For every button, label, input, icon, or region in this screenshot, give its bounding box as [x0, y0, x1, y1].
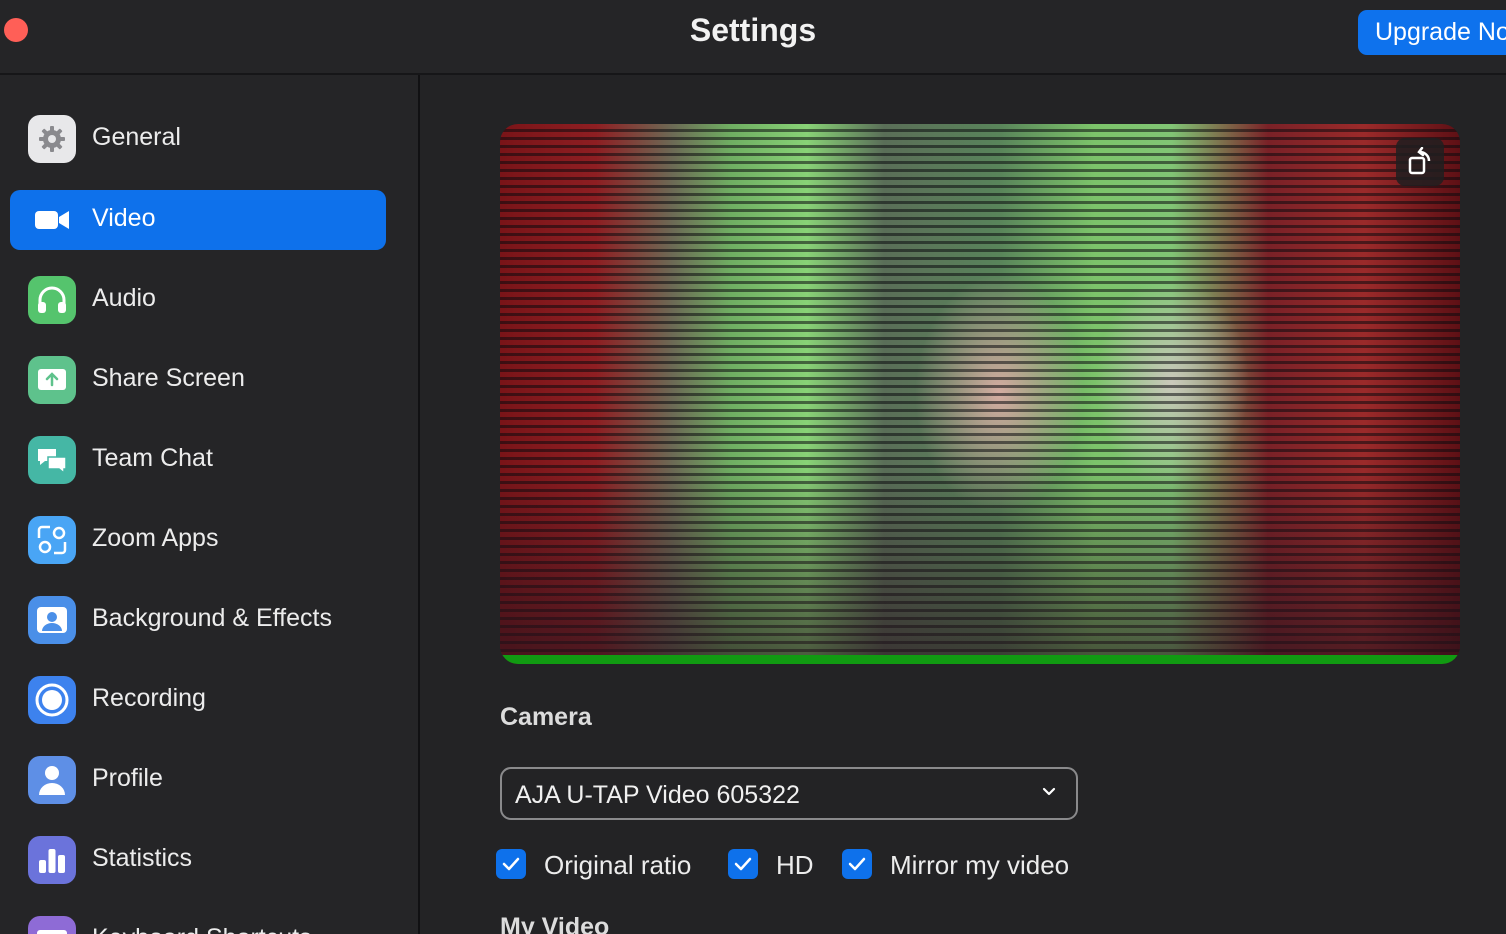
sidebar-item-label: Statistics	[92, 844, 193, 872]
upgrade-now-button[interactable]: Upgrade Now	[1358, 10, 1506, 55]
sidebar-item-background-effects[interactable]: Background & Effects	[10, 590, 386, 650]
sidebar-item-label: Audio	[92, 284, 156, 312]
camera-select-value: AJA U-TAP Video 605322	[515, 781, 800, 809]
mirror-video-option[interactable]: Mirror my video	[842, 847, 1082, 881]
sidebar-item-label: Profile	[92, 764, 163, 792]
profile-person-icon	[28, 756, 76, 804]
sidebar-item-statistics[interactable]: Statistics	[10, 830, 386, 890]
preview-shade	[500, 464, 1460, 664]
hd-option[interactable]: HD	[728, 847, 818, 881]
window-title: Settings	[689, 12, 817, 48]
sidebar-item-label: Zoom Apps	[92, 524, 219, 552]
original-ratio-option[interactable]: Original ratio	[496, 847, 706, 881]
sidebar-item-team-chat[interactable]: Team Chat	[10, 430, 386, 490]
gear-icon	[28, 115, 76, 163]
my-video-heading: My Video	[500, 913, 610, 934]
original-ratio-label: Original ratio	[544, 850, 692, 880]
sidebar-item-share-screen[interactable]: Share Screen	[10, 350, 386, 410]
sidebar-item-general[interactable]: General	[10, 109, 386, 169]
hd-label: HD	[776, 850, 814, 880]
bar-stats-icon	[28, 836, 76, 884]
sidebar-item-zoom-apps[interactable]: Zoom Apps	[10, 510, 386, 570]
preview-active-indicator	[500, 655, 1460, 664]
chat-bubbles-icon	[28, 436, 76, 484]
title-bar: Settings Upgrade Now	[0, 0, 1506, 75]
sidebar-item-profile[interactable]: Profile	[10, 750, 386, 810]
camera-preview	[500, 124, 1460, 664]
sidebar-item-label: Background & Effects	[92, 604, 332, 632]
sidebar-item-label: Keyboard Shortcuts	[92, 924, 312, 934]
sidebar-item-label: Recording	[92, 684, 206, 712]
sidebar-item-label: Team Chat	[92, 444, 213, 472]
camera-heading: Camera	[500, 703, 592, 731]
checkmark-icon	[848, 857, 866, 871]
video-camera-icon	[28, 196, 76, 244]
mirror-video-checkbox[interactable]	[842, 849, 872, 879]
sidebar-item-audio[interactable]: Audio	[10, 270, 386, 330]
mirror-video-label: Mirror my video	[890, 850, 1070, 880]
video-settings-panel: Camera AJA U-TAP Video 605322 Original r…	[420, 75, 1506, 934]
rotate-video-button[interactable]	[1396, 138, 1444, 186]
keyboard-icon	[28, 916, 76, 934]
sidebar-item-video[interactable]: Video	[10, 190, 386, 250]
settings-window: Settings Upgrade Now	[0, 0, 1506, 934]
chevron-down-icon	[1042, 787, 1056, 796]
settings-sidebar: General Video Audio Share Screen Team Ch…	[0, 75, 420, 934]
sidebar-item-label: Video	[92, 204, 156, 232]
checkmark-icon	[502, 857, 520, 871]
background-person-icon	[28, 596, 76, 644]
original-ratio-checkbox[interactable]	[496, 849, 526, 879]
sidebar-item-recording[interactable]: Recording	[10, 670, 386, 730]
sidebar-item-keyboard-shortcuts[interactable]: Keyboard Shortcuts	[10, 910, 386, 934]
camera-select[interactable]: AJA U-TAP Video 605322	[500, 767, 1078, 820]
share-screen-icon	[28, 356, 76, 404]
record-icon	[28, 676, 76, 724]
sidebar-item-label: General	[92, 123, 181, 151]
apps-icon	[28, 516, 76, 564]
checkmark-icon	[734, 857, 752, 871]
rotate-icon	[1408, 147, 1431, 175]
sidebar-item-label: Share Screen	[92, 364, 245, 392]
hd-checkbox[interactable]	[728, 849, 758, 879]
headphones-icon	[28, 276, 76, 324]
